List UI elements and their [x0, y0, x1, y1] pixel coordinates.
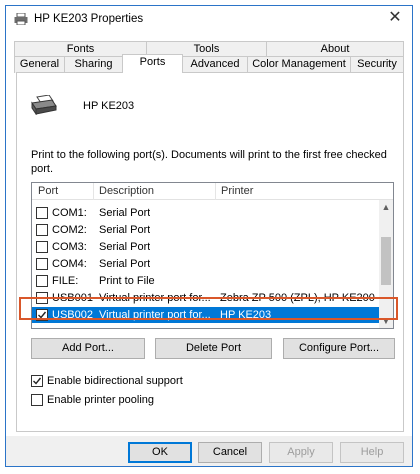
port-name: COM3: — [52, 241, 87, 253]
scroll-up-icon[interactable]: ▲ — [379, 200, 393, 214]
tab-advanced[interactable]: Advanced — [182, 56, 248, 73]
list-item[interactable]: COM1: Serial Port — [32, 205, 379, 221]
properties-window: HP KE203 Properties ✕ Fonts Tools About … — [5, 5, 413, 467]
configure-port-button[interactable]: Configure Port... — [283, 338, 395, 359]
help-button[interactable]: Help — [340, 442, 404, 463]
list-item[interactable]: USB001 Virtual printer port for... Zebra… — [32, 290, 379, 306]
ports-list[interactable]: Port Description Printer COM1: Serial Po… — [31, 182, 394, 329]
port-checkbox[interactable] — [36, 258, 48, 270]
list-item[interactable]: FILE: Print to File — [32, 273, 379, 289]
port-description: Serial Port — [99, 241, 151, 253]
title-bar[interactable]: HP KE203 Properties ✕ — [6, 6, 412, 32]
port-checkbox[interactable] — [36, 224, 48, 236]
list-item[interactable]: COM3: Serial Port — [32, 239, 379, 255]
ok-button[interactable]: OK — [128, 442, 192, 463]
port-checkbox[interactable] — [36, 292, 48, 304]
column-divider[interactable] — [215, 183, 216, 200]
port-checkbox-checked[interactable] — [36, 309, 48, 321]
list-item-selected[interactable]: USB002 Virtual printer port for... HP KE… — [32, 307, 379, 323]
scroll-down-icon[interactable]: ▼ — [379, 314, 393, 328]
port-printer: Zebra ZP 500 (ZPL), HP KE200 — [220, 292, 375, 304]
pooling-label: Enable printer pooling — [47, 394, 155, 406]
port-checkbox[interactable] — [36, 275, 48, 287]
printer-icon — [14, 13, 28, 25]
add-port-button[interactable]: Add Port... — [31, 338, 145, 359]
ports-description: Print to the following port(s). Document… — [31, 149, 387, 175]
list-item[interactable]: COM2: Serial Port — [32, 222, 379, 238]
cancel-button[interactable]: Cancel — [198, 442, 262, 463]
checkmark-icon — [33, 377, 42, 385]
port-name: COM2: — [52, 224, 87, 236]
column-header-port[interactable]: Port — [38, 185, 58, 197]
port-checkbox[interactable] — [36, 241, 48, 253]
printer-name: HP KE203 — [83, 100, 135, 112]
port-description: Print to File — [99, 275, 155, 287]
bidirectional-label: Enable bidirectional support — [47, 375, 183, 387]
port-description: Virtual printer port for... — [99, 309, 211, 321]
tab-sharing[interactable]: Sharing — [64, 56, 123, 73]
column-divider[interactable] — [93, 183, 94, 200]
port-name: COM4: — [52, 258, 87, 270]
pooling-checkbox[interactable] — [31, 394, 43, 406]
close-icon[interactable]: ✕ — [386, 8, 404, 28]
port-description: Serial Port — [99, 224, 151, 236]
vertical-scrollbar[interactable]: ▲ ▼ — [379, 200, 393, 328]
tab-general[interactable]: General — [14, 56, 65, 73]
port-name: USB002 — [52, 309, 93, 321]
printer-icon — [31, 95, 57, 115]
port-printer: HP KE203 — [220, 309, 272, 321]
port-description: Serial Port — [99, 258, 151, 270]
list-item[interactable]: COM4: Serial Port — [32, 256, 379, 272]
delete-port-button[interactable]: Delete Port — [155, 338, 272, 359]
tab-ports[interactable]: Ports — [122, 54, 183, 73]
apply-button[interactable]: Apply — [269, 442, 333, 463]
tab-security[interactable]: Security — [350, 56, 404, 73]
bidirectional-checkbox[interactable] — [31, 375, 43, 387]
column-header-printer[interactable]: Printer — [221, 185, 253, 197]
port-description: Serial Port — [99, 207, 151, 219]
scrollbar-thumb[interactable] — [381, 237, 391, 285]
ports-tab-panel: HP KE203 Print to the following port(s).… — [16, 72, 404, 432]
port-description: Virtual printer port for... — [99, 292, 211, 304]
tab-color-management[interactable]: Color Management — [247, 56, 351, 73]
port-name: USB001 — [52, 292, 93, 304]
port-name: FILE: — [52, 275, 79, 287]
checkmark-icon — [38, 311, 47, 319]
dialog-footer: OK Cancel Apply Help — [6, 436, 412, 466]
port-name: COM1: — [52, 207, 87, 219]
window-title: HP KE203 Properties — [34, 13, 144, 25]
column-header-description[interactable]: Description — [99, 185, 154, 197]
list-header: Port Description Printer — [32, 183, 393, 200]
port-checkbox[interactable] — [36, 207, 48, 219]
